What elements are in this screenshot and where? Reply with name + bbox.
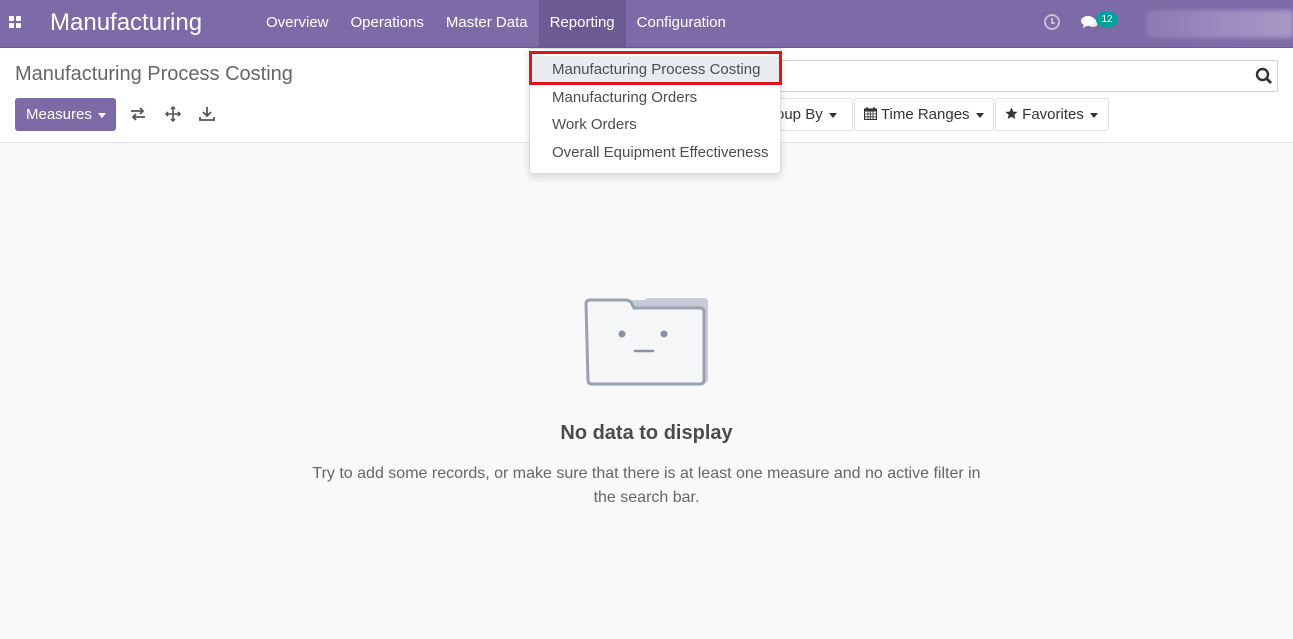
time-ranges-dropdown-button[interactable]: Time Ranges bbox=[854, 98, 994, 131]
page-title: Manufacturing Process Costing bbox=[15, 63, 293, 85]
top-navbar: Manufacturing Overview Operations Master… bbox=[0, 0, 1293, 48]
measures-label: Measures bbox=[26, 106, 92, 123]
dropdown-item-overall-equipment-effectiveness[interactable]: Overall Equipment Effectiveness bbox=[530, 139, 780, 167]
apps-menu-icon[interactable] bbox=[9, 16, 21, 28]
reporting-dropdown-menu: Manufacturing Process Costing Manufactur… bbox=[529, 48, 781, 174]
menu-item-reporting[interactable]: Reporting bbox=[538, 0, 626, 48]
star-icon bbox=[1005, 107, 1018, 119]
download-icon[interactable] bbox=[199, 106, 215, 122]
time-ranges-label: Time Ranges bbox=[880, 106, 970, 123]
menu-item-master-data[interactable]: Master Data bbox=[435, 0, 539, 48]
favorites-dropdown-button[interactable]: Favorites bbox=[995, 98, 1109, 131]
empty-state-help-text: Try to add some records, or make sure th… bbox=[312, 465, 981, 506]
user-menu[interactable] bbox=[1146, 10, 1293, 38]
caret-down-icon bbox=[975, 112, 984, 118]
caret-down-icon bbox=[828, 112, 837, 118]
empty-folder-icon bbox=[584, 298, 708, 386]
dropdown-item-manufacturing-orders[interactable]: Manufacturing Orders bbox=[530, 84, 780, 112]
caret-down-icon bbox=[97, 112, 106, 118]
calendar-icon bbox=[863, 107, 878, 121]
activity-clock-icon[interactable] bbox=[1044, 14, 1060, 30]
favorites-label: Favorites bbox=[1022, 106, 1084, 123]
measures-dropdown-button[interactable]: Measures bbox=[15, 98, 116, 131]
search-icon[interactable] bbox=[1255, 67, 1273, 85]
expand-all-icon[interactable] bbox=[165, 106, 181, 122]
dropdown-item-work-orders[interactable]: Work Orders bbox=[530, 111, 780, 139]
flip-axis-icon[interactable] bbox=[130, 106, 146, 122]
dropdown-item-manufacturing-process-costing[interactable]: Manufacturing Process Costing bbox=[530, 56, 780, 84]
menu-item-operations[interactable]: Operations bbox=[340, 0, 435, 48]
main-menu: Overview Operations Master Data Reportin… bbox=[255, 0, 737, 48]
menu-item-configuration[interactable]: Configuration bbox=[626, 0, 737, 48]
caret-down-icon bbox=[1089, 112, 1098, 118]
menu-item-overview[interactable]: Overview bbox=[255, 0, 340, 48]
empty-state-title: No data to display bbox=[560, 422, 733, 444]
search-input[interactable] bbox=[780, 60, 1278, 92]
messages-count-badge: 12 bbox=[1096, 12, 1118, 27]
app-title[interactable]: Manufacturing bbox=[50, 9, 202, 37]
